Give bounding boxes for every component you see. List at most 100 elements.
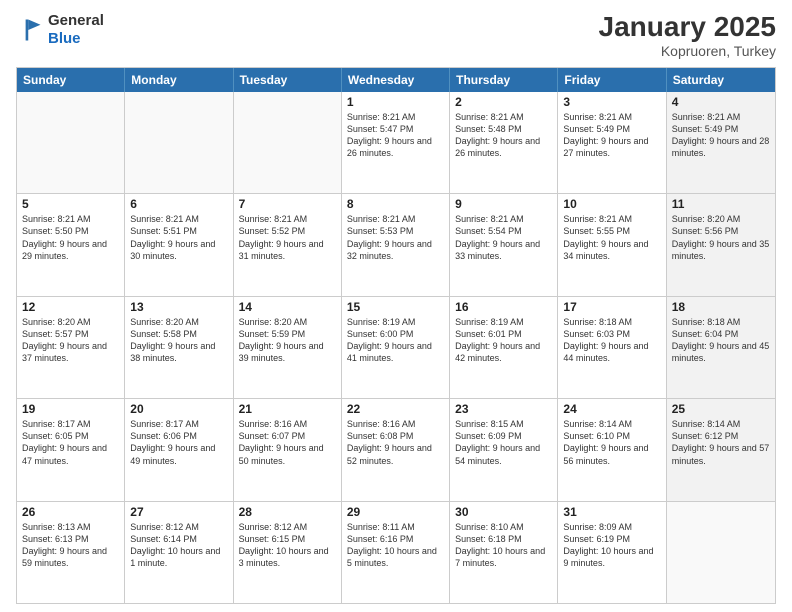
day-number: 31 [563, 505, 660, 519]
day-info: Sunrise: 8:15 AM Sunset: 6:09 PM Dayligh… [455, 418, 552, 467]
day-number: 16 [455, 300, 552, 314]
day-header-thursday: Thursday [450, 68, 558, 92]
day-cell: 17 Sunrise: 8:18 AM Sunset: 6:03 PM Dayli… [558, 297, 666, 398]
day-info: Sunrise: 8:11 AM Sunset: 6:16 PM Dayligh… [347, 521, 444, 570]
day-info: Sunrise: 8:13 AM Sunset: 6:13 PM Dayligh… [22, 521, 119, 570]
day-info: Sunrise: 8:19 AM Sunset: 6:01 PM Dayligh… [455, 316, 552, 365]
day-cell: 16 Sunrise: 8:19 AM Sunset: 6:01 PM Dayli… [450, 297, 558, 398]
day-info: Sunrise: 8:17 AM Sunset: 6:06 PM Dayligh… [130, 418, 227, 467]
day-number: 21 [239, 402, 336, 416]
day-number: 10 [563, 197, 660, 211]
day-info: Sunrise: 8:21 AM Sunset: 5:49 PM Dayligh… [672, 111, 770, 160]
day-cell: 24Sunrise: 8:14 AM Sunset: 6:10 PM Dayli… [558, 399, 666, 500]
day-header-sunday: Sunday [17, 68, 125, 92]
day-cell: 31 Sunrise: 8:09 AM Sunset: 6:19 PM Dayli… [558, 502, 666, 603]
day-number: 27 [130, 505, 227, 519]
day-number: 11 [672, 197, 770, 211]
day-info: Sunrise: 8:14 AM Sunset: 6:12 PM Dayligh… [672, 418, 770, 467]
day-number: 26 [22, 505, 119, 519]
calendar-body: 1 Sunrise: 8:21 AM Sunset: 5:47 PM Daylig… [17, 92, 775, 603]
day-cell [17, 92, 125, 193]
day-cell: 10 Sunrise: 8:21 AM Sunset: 5:55 PM Dayli… [558, 194, 666, 295]
day-cell: 13 Sunrise: 8:20 AM Sunset: 5:58 PM Dayli… [125, 297, 233, 398]
day-number: 14 [239, 300, 336, 314]
week-row-3: 12Sunrise: 8:20 AM Sunset: 5:57 PM Dayli… [17, 296, 775, 398]
day-cell: 30 Sunrise: 8:10 AM Sunset: 6:18 PM Dayli… [450, 502, 558, 603]
day-number: 23 [455, 402, 552, 416]
day-cell: 21 Sunrise: 8:16 AM Sunset: 6:07 PM Dayli… [234, 399, 342, 500]
day-number: 1 [347, 95, 444, 109]
day-number: 13 [130, 300, 227, 314]
day-number: 5 [22, 197, 119, 211]
day-info: Sunrise: 8:10 AM Sunset: 6:18 PM Dayligh… [455, 521, 552, 570]
day-cell: 20 Sunrise: 8:17 AM Sunset: 6:06 PM Dayli… [125, 399, 233, 500]
day-info: Sunrise: 8:18 AM Sunset: 6:03 PM Dayligh… [563, 316, 660, 365]
day-info: Sunrise: 8:18 AM Sunset: 6:04 PM Dayligh… [672, 316, 770, 365]
day-cell: 11Sunrise: 8:20 AM Sunset: 5:56 PM Dayli… [667, 194, 775, 295]
logo-icon [16, 16, 44, 44]
day-info: Sunrise: 8:21 AM Sunset: 5:51 PM Dayligh… [130, 213, 227, 262]
day-info: Sunrise: 8:21 AM Sunset: 5:55 PM Dayligh… [563, 213, 660, 262]
day-number: 15 [347, 300, 444, 314]
day-cell: 12Sunrise: 8:20 AM Sunset: 5:57 PM Dayli… [17, 297, 125, 398]
day-cell: 5Sunrise: 8:21 AM Sunset: 5:50 PM Daylig… [17, 194, 125, 295]
day-info: Sunrise: 8:17 AM Sunset: 6:05 PM Dayligh… [22, 418, 119, 467]
day-info: Sunrise: 8:14 AM Sunset: 6:10 PM Dayligh… [563, 418, 660, 467]
day-cell: 8 Sunrise: 8:21 AM Sunset: 5:53 PM Daylig… [342, 194, 450, 295]
week-row-4: 19 Sunrise: 8:17 AM Sunset: 6:05 PM Dayli… [17, 398, 775, 500]
day-info: Sunrise: 8:21 AM Sunset: 5:48 PM Dayligh… [455, 111, 552, 160]
day-info: Sunrise: 8:09 AM Sunset: 6:19 PM Dayligh… [563, 521, 660, 570]
day-number: 7 [239, 197, 336, 211]
day-cell: 18 Sunrise: 8:18 AM Sunset: 6:04 PM Dayli… [667, 297, 775, 398]
logo-blue-text: Blue [48, 30, 81, 47]
day-cell: 14Sunrise: 8:20 AM Sunset: 5:59 PM Dayli… [234, 297, 342, 398]
day-cell: 25 Sunrise: 8:14 AM Sunset: 6:12 PM Dayli… [667, 399, 775, 500]
day-number: 22 [347, 402, 444, 416]
day-header-saturday: Saturday [667, 68, 775, 92]
day-number: 4 [672, 95, 770, 109]
day-number: 19 [22, 402, 119, 416]
day-info: Sunrise: 8:21 AM Sunset: 5:54 PM Dayligh… [455, 213, 552, 262]
day-cell [234, 92, 342, 193]
day-number: 6 [130, 197, 227, 211]
day-cell: 29 Sunrise: 8:11 AM Sunset: 6:16 PM Dayli… [342, 502, 450, 603]
day-info: Sunrise: 8:19 AM Sunset: 6:00 PM Dayligh… [347, 316, 444, 365]
day-cell: 6 Sunrise: 8:21 AM Sunset: 5:51 PM Daylig… [125, 194, 233, 295]
day-cell [125, 92, 233, 193]
day-info: Sunrise: 8:21 AM Sunset: 5:47 PM Dayligh… [347, 111, 444, 160]
week-row-2: 5Sunrise: 8:21 AM Sunset: 5:50 PM Daylig… [17, 193, 775, 295]
day-header-friday: Friday [558, 68, 666, 92]
day-info: Sunrise: 8:21 AM Sunset: 5:49 PM Dayligh… [563, 111, 660, 160]
day-cell: 19 Sunrise: 8:17 AM Sunset: 6:05 PM Dayli… [17, 399, 125, 500]
day-number: 17 [563, 300, 660, 314]
day-info: Sunrise: 8:16 AM Sunset: 6:07 PM Dayligh… [239, 418, 336, 467]
day-info: Sunrise: 8:21 AM Sunset: 5:53 PM Dayligh… [347, 213, 444, 262]
day-info: Sunrise: 8:20 AM Sunset: 5:58 PM Dayligh… [130, 316, 227, 365]
day-header-monday: Monday [125, 68, 233, 92]
day-number: 29 [347, 505, 444, 519]
day-cell: 22 Sunrise: 8:16 AM Sunset: 6:08 PM Dayli… [342, 399, 450, 500]
day-cell: 2Sunrise: 8:21 AM Sunset: 5:48 PM Daylig… [450, 92, 558, 193]
day-info: Sunrise: 8:16 AM Sunset: 6:08 PM Dayligh… [347, 418, 444, 467]
day-number: 18 [672, 300, 770, 314]
day-number: 12 [22, 300, 119, 314]
day-cell: 27Sunrise: 8:12 AM Sunset: 6:14 PM Dayli… [125, 502, 233, 603]
day-cell: 1 Sunrise: 8:21 AM Sunset: 5:47 PM Daylig… [342, 92, 450, 193]
day-cell: 9 Sunrise: 8:21 AM Sunset: 5:54 PM Daylig… [450, 194, 558, 295]
title-block: January 2025 Kopruoren, Turkey [599, 12, 776, 59]
day-number: 30 [455, 505, 552, 519]
calendar: SundayMondayTuesdayWednesdayThursdayFrid… [16, 67, 776, 604]
day-header-wednesday: Wednesday [342, 68, 450, 92]
day-number: 8 [347, 197, 444, 211]
day-number: 25 [672, 402, 770, 416]
day-cell: 23 Sunrise: 8:15 AM Sunset: 6:09 PM Dayli… [450, 399, 558, 500]
month-title: January 2025 [599, 12, 776, 43]
week-row-5: 26 Sunrise: 8:13 AM Sunset: 6:13 PM Dayli… [17, 501, 775, 603]
location: Kopruoren, Turkey [599, 43, 776, 59]
day-number: 9 [455, 197, 552, 211]
day-cell: 7Sunrise: 8:21 AM Sunset: 5:52 PM Daylig… [234, 194, 342, 295]
day-number: 20 [130, 402, 227, 416]
day-cell [667, 502, 775, 603]
logo: General Blue [16, 12, 104, 48]
day-cell: 26 Sunrise: 8:13 AM Sunset: 6:13 PM Dayli… [17, 502, 125, 603]
